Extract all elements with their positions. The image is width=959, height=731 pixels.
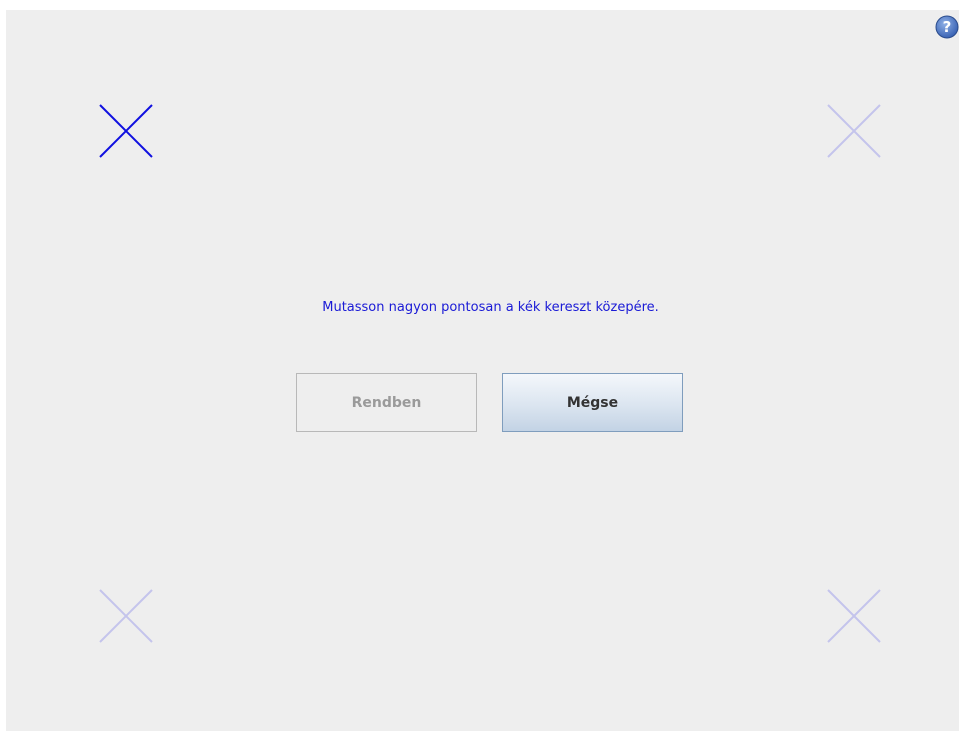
- instruction-text: Mutasson nagyon pontosan a kék kereszt k…: [322, 300, 659, 315]
- target-cross-bottom-right-icon: [827, 589, 881, 643]
- cancel-button[interactable]: Mégse: [502, 373, 683, 432]
- help-button[interactable]: ?: [935, 15, 959, 39]
- target-cross-bottom-left-icon: [99, 589, 153, 643]
- ok-button[interactable]: Rendben: [296, 373, 477, 432]
- target-cross-top-right-icon: [827, 104, 881, 158]
- svg-text:?: ?: [943, 18, 952, 36]
- target-cross-top-left-icon[interactable]: [98, 103, 154, 159]
- help-icon: ?: [935, 15, 959, 39]
- cancel-button-label: Mégse: [566, 394, 619, 411]
- ok-button-label: Rendben: [351, 394, 422, 411]
